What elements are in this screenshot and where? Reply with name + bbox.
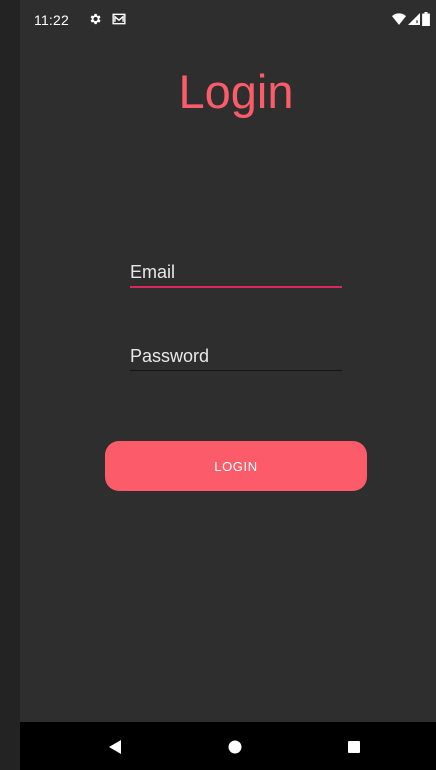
gear-icon xyxy=(90,13,101,25)
navigation-bar xyxy=(20,722,436,770)
password-input[interactable] xyxy=(130,342,342,370)
email-input[interactable] xyxy=(130,258,342,286)
device-frame-edge xyxy=(0,0,20,770)
email-field-container xyxy=(130,258,342,288)
password-field-container xyxy=(130,342,342,372)
email-underline xyxy=(130,286,342,288)
recents-icon[interactable] xyxy=(347,740,361,754)
mail-icon xyxy=(112,13,126,25)
app-screen: 11:22 Login LOGIN xyxy=(20,0,436,770)
back-icon[interactable] xyxy=(108,740,122,754)
page-title: Login xyxy=(178,65,294,118)
signal-icon xyxy=(408,13,420,25)
status-time: 11:22 xyxy=(34,12,69,28)
status-bar: 11:22 xyxy=(20,0,436,36)
home-icon[interactable] xyxy=(228,740,242,754)
battery-icon xyxy=(422,12,430,26)
wifi-icon xyxy=(392,13,406,25)
login-button[interactable]: LOGIN xyxy=(105,441,367,491)
password-underline xyxy=(130,370,342,371)
